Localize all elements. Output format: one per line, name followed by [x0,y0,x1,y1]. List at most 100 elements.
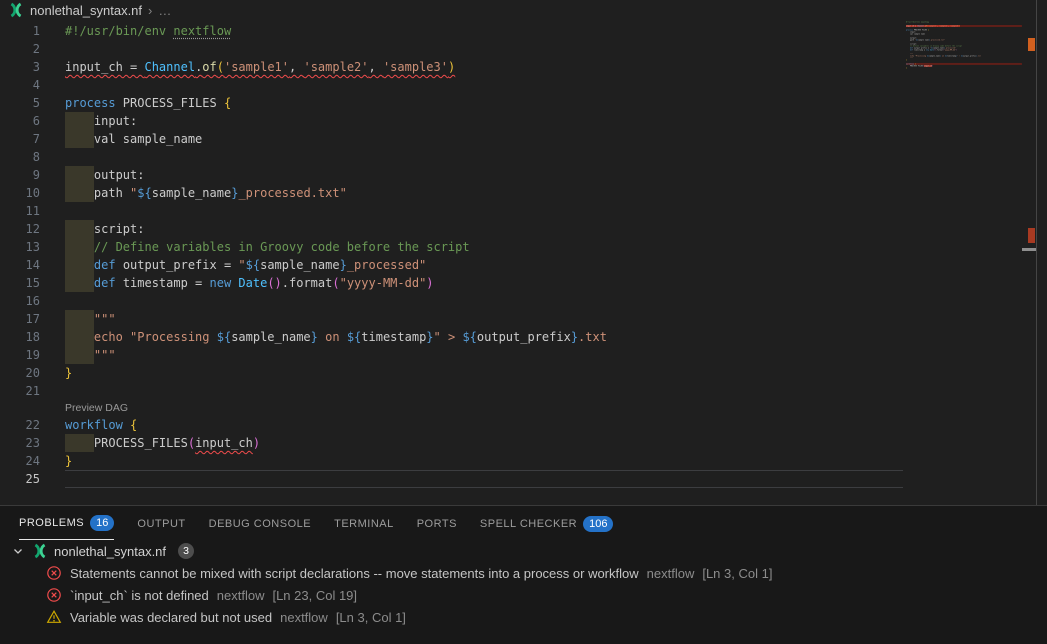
line-number: 4 [0,76,40,94]
line-number: 13 [0,238,40,256]
line-number: 8 [0,148,40,166]
problem-location: [Ln 3, Col 1] [336,610,406,625]
line-number: 22 [0,416,40,434]
line-number: 9 [0,166,40,184]
panel-tab-spell-checker[interactable]: SPELL CHECKER 106 [480,506,614,540]
code-line-21: 21 [0,382,1022,400]
panel-tab-ports[interactable]: PORTS [417,506,457,540]
code-line-11: 11 [0,202,1022,220]
line-number: 21 [0,382,40,400]
minimap[interactable]: 1#!/usr/bin/env nextflow23input_ch = Cha… [906,21,1022,79]
problem-row-warning[interactable]: Variable was declared but not used nextfl… [0,606,1047,628]
line-number: 20 [0,364,40,382]
ruler-mark-2 [1022,248,1036,251]
code-line-8: 8 [0,148,1022,166]
line-number: 25 [0,470,40,488]
code-line-9: 9 output: [0,166,1022,184]
line-number: 23 [0,434,40,452]
minimap-content: 1#!/usr/bin/env nextflow23input_ch = Cha… [906,21,1022,71]
overview-ruler[interactable] [1022,0,1037,505]
line-number: 17 [0,310,40,328]
panel-tab-terminal[interactable]: TERMINAL [334,506,394,540]
code-line-10: 10 path "${sample_name}_processed.txt" [0,184,1022,202]
code-line-25: 25 [906,69,1022,71]
code-line-2: 2 [0,40,1022,58]
code-line-13: 13 // Define variables in Groovy code be… [0,238,1022,256]
code-line-12: 12 script: [0,220,1022,238]
panel-tab-label: PROBLEMS [19,517,84,529]
code-line-3: 3input_ch = Channel.of('sample1', 'sampl… [0,58,1022,76]
code-line-17: 17 """ [0,310,1022,328]
tab-count-badge: 106 [583,516,613,532]
problems-file-group[interactable]: nonlethal_syntax.nf 3 [0,540,1047,562]
line-number: 24 [0,452,40,470]
code-line-25: 25 [0,470,1022,488]
line-number: 18 [0,328,40,346]
breadcrumb-filename[interactable]: nonlethal_syntax.nf [30,3,142,18]
tab-count-badge: 16 [90,515,114,531]
problem-source: nextflow [647,566,695,581]
problem-row-error[interactable]: `input_ch` is not definednextflow[Ln 23,… [0,584,1047,606]
line-number: 12 [0,220,40,238]
panel-tab-label: DEBUG CONSOLE [209,518,311,530]
panel-tab-problems[interactable]: PROBLEMS 16 [19,506,114,540]
problem-location: [Ln 3, Col 1] [702,566,772,581]
problem-source: nextflow [217,588,265,603]
line-number: 15 [0,274,40,292]
code-line-5: 5process PROCESS_FILES { [0,94,1022,112]
vscode-window: nonlethal_syntax.nf › … 1#!/usr/bin/env … [0,0,1047,644]
codelens-row: Preview DAG [0,400,1022,416]
panel-tab-bar: PROBLEMS 16 OUTPUT DEBUG CONSOLE TERMINAL POR… [0,506,1047,540]
editor-pane: nonlethal_syntax.nf › … 1#!/usr/bin/env … [0,0,1047,505]
code-editor[interactable]: 1#!/usr/bin/env nextflow23input_ch = Cha… [0,20,1022,505]
panel-tab-label: TERMINAL [334,518,394,530]
line-number: 11 [0,202,40,220]
panel-tab-output[interactable]: OUTPUT [137,506,185,540]
code-line-6: 6 input: [0,112,1022,130]
panel-tab-label: PORTS [417,518,457,530]
error-icon [46,565,62,581]
code-line-14: 14 def output_prefix = "${sample_name}_p… [0,256,1022,274]
line-number: 2 [0,40,40,58]
code-line-18: 18 echo "Processing ${sample_name} on ${… [0,328,1022,346]
problem-location: [Ln 23, Col 19] [272,588,357,603]
panel-tab-label: OUTPUT [137,518,185,530]
ruler-mark-1 [1028,228,1035,243]
line-number: 3 [0,58,40,76]
line-number: 1 [0,22,40,40]
breadcrumb-separator: › [148,3,152,18]
problem-message: Variable was declared but not used [70,610,272,625]
panel-tab-debug-console[interactable]: DEBUG CONSOLE [209,506,311,540]
breadcrumb[interactable]: nonlethal_syntax.nf › … [0,0,1047,20]
warning-icon [46,609,62,625]
chevron-down-icon[interactable] [10,543,26,559]
problem-row-error[interactable]: Statements cannot be mixed with script d… [0,562,1047,584]
line-number: 19 [0,346,40,364]
code-line-22: 22workflow { [0,416,1022,434]
code-line-23: 23 PROCESS_FILES(input_ch) [0,434,1022,452]
breadcrumb-collapsed[interactable]: … [158,3,171,18]
nextflow-file-icon [32,543,48,559]
code-line-4: 4 [0,76,1022,94]
line-number: 16 [0,292,40,310]
code-line-7: 7 val sample_name [0,130,1022,148]
problem-message: Statements cannot be mixed with script d… [70,566,639,581]
code-line-20: 20} [0,364,1022,382]
line-number: 6 [0,112,40,130]
line-number: 14 [0,256,40,274]
code-line-24: 24} [0,452,1022,470]
code-line-1: 1#!/usr/bin/env nextflow [0,22,1022,40]
code-line-16: 16 [0,292,1022,310]
problems-count-badge: 3 [178,543,194,559]
code-line-19: 19 """ [0,346,1022,364]
nextflow-file-icon [8,2,24,18]
line-number: 7 [0,130,40,148]
code-line-15: 15 def timestamp = new Date().format("yy… [0,274,1022,292]
line-number: 5 [0,94,40,112]
problem-source: nextflow [280,610,328,625]
problem-list: Statements cannot be mixed with script d… [0,562,1047,628]
problems-file-name: nonlethal_syntax.nf [54,544,166,559]
panel-tab-label: SPELL CHECKER [480,518,577,530]
bottom-panel: PROBLEMS 16 OUTPUT DEBUG CONSOLE TERMINAL POR… [0,505,1047,644]
codelens-preview-dag[interactable]: Preview DAG [65,400,128,416]
